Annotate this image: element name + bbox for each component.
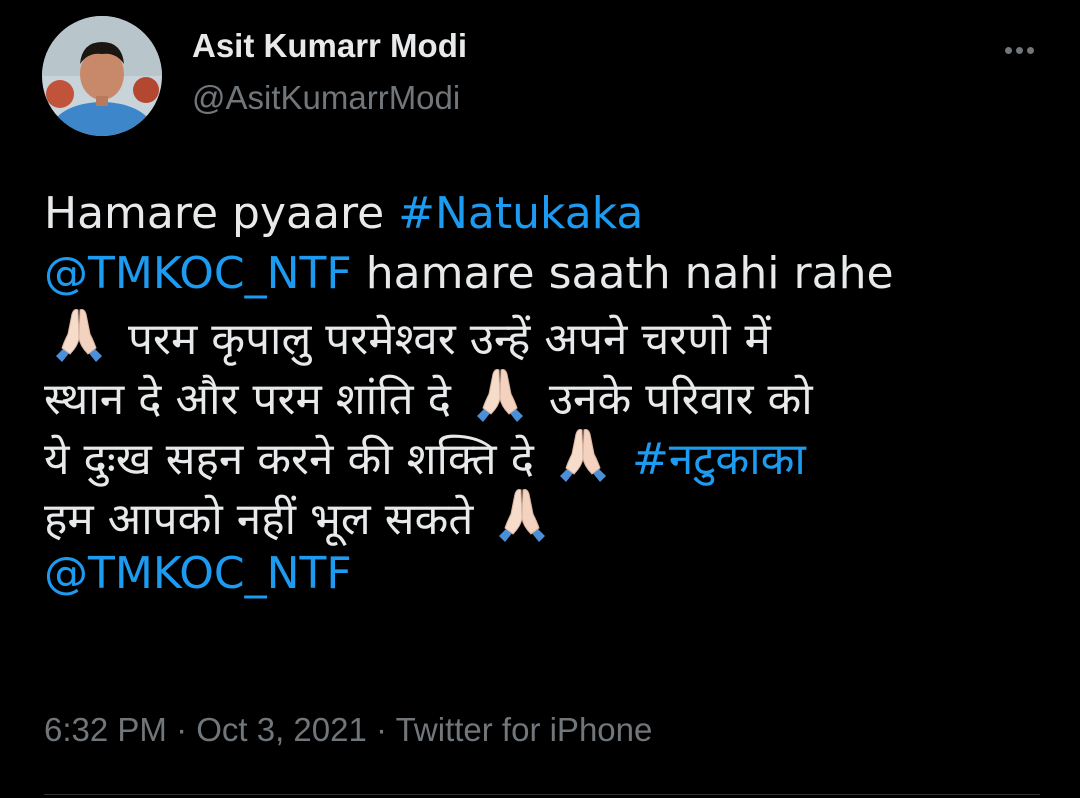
tweet-text-segment: परम कृपालु परमेश्वर उन्हें अपने चरणो में — [114, 314, 771, 365]
tweet-text-segment: Hamare pyaare — [44, 188, 399, 239]
more-dot-icon — [1004, 46, 1012, 54]
folded-hands-icon — [48, 304, 110, 364]
more-dot-icon — [1026, 46, 1034, 54]
avatar-image — [42, 16, 162, 136]
hashtag-link[interactable]: #Natukaka — [398, 188, 643, 239]
tweet-line: स्थान दे और परम शांति दे उनके परिवार को — [44, 364, 1054, 425]
divider — [44, 794, 1040, 795]
tweet-line: परम कृपालु परमेश्वर उन्हें अपने चरणो में — [44, 304, 1054, 365]
tweet-text-segment: ये दुःख सहन करने की शक्ति दे — [44, 434, 534, 485]
author-handle[interactable]: @AsitKumarrModi — [192, 78, 460, 118]
mention-link[interactable]: @TMKOC_NTF — [44, 248, 352, 299]
tweet-text-segment: hamare saath nahi rahe — [351, 248, 894, 299]
tweet-line: Hamare pyaare #Natukaka — [44, 184, 1054, 244]
folded-hands-icon — [491, 484, 553, 544]
tweet-text: Hamare pyaare #Natukaka @TMKOC_NTF hamar… — [44, 184, 1054, 604]
more-dot-icon — [1015, 46, 1023, 54]
tweet-time[interactable]: 6:32 PM — [44, 711, 167, 748]
folded-hands-icon — [552, 424, 614, 484]
tweet-line: @TMKOC_NTF hamare saath nahi rahe — [44, 244, 1054, 304]
tweet-source[interactable]: Twitter for iPhone — [396, 711, 653, 748]
meta-separator: · — [166, 711, 197, 748]
tweet-text-segment: उनके परिवार को — [534, 374, 813, 425]
tweet-date[interactable]: Oct 3, 2021 — [196, 711, 367, 748]
mention-link[interactable]: @TMKOC_NTF — [44, 548, 352, 599]
meta-separator: · — [366, 711, 396, 748]
tweet-line: ये दुःख सहन करने की शक्ति दे #नटुकाका — [44, 424, 1054, 485]
tweet-text-segment: हम आपको नहीं भूल सकते — [44, 494, 474, 545]
author-display-name[interactable]: Asit Kumarr Modi — [192, 26, 467, 66]
tweet-line: @TMKOC_NTF — [44, 544, 1054, 604]
more-options-button[interactable] — [994, 30, 1044, 70]
avatar[interactable] — [42, 16, 162, 136]
hashtag-link[interactable]: #नटुकाका — [632, 434, 806, 485]
tweet-line: हम आपको नहीं भूल सकते — [44, 484, 1054, 545]
folded-hands-icon — [469, 364, 531, 424]
tweet-text-segment: स्थान दे और परम शांति दे — [44, 374, 451, 425]
tweet-meta: 6:32 PM · Oct 3, 2021 · Twitter for iPho… — [44, 710, 652, 750]
